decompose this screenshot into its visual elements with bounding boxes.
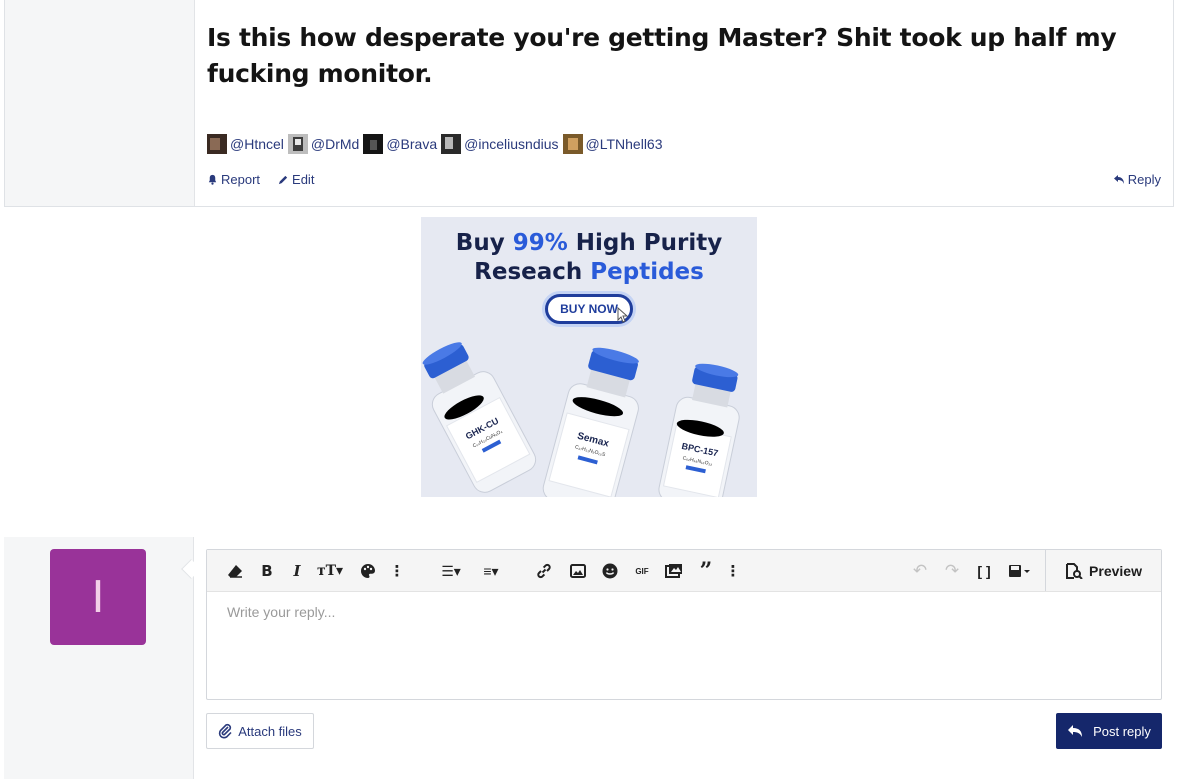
reply-icon: [1068, 725, 1083, 737]
ad-headline: Buy 99% High Purity Reseach Peptides: [421, 229, 757, 287]
reply-textarea[interactable]: Write your reply...: [227, 604, 335, 620]
mention-avatar: [363, 134, 384, 154]
media-icon[interactable]: [663, 561, 685, 581]
reply-label: Reply: [1127, 172, 1161, 187]
mention-item[interactable]: @inceliusndius: [441, 134, 559, 154]
post-user-sidebar: [5, 0, 195, 206]
palette-icon[interactable]: [357, 561, 379, 581]
mention-item[interactable]: @DrMd: [287, 134, 360, 154]
mention-avatar: [562, 134, 583, 154]
redo-icon[interactable]: ↷: [941, 561, 963, 581]
reply-link[interactable]: Reply: [1113, 172, 1161, 187]
peptide-vials-image: GHK-CU C₁₄H₂₄CuN₆O₄ Semax C₃₇H₅₁N₉O₁₀S B…: [422, 342, 740, 497]
post-reply-label: Post reply: [1093, 723, 1151, 739]
save-draft-icon[interactable]: [1003, 561, 1035, 581]
smiley-icon[interactable]: [599, 561, 621, 581]
more-options-icon[interactable]: ⋮: [390, 561, 405, 581]
preview-icon: [1066, 562, 1083, 579]
mention-username: @Htncel: [230, 136, 284, 152]
attach-files-button[interactable]: Attach files: [206, 713, 314, 749]
pencil-icon: [278, 175, 288, 185]
preview-button[interactable]: Preview: [1045, 550, 1161, 591]
clear-formatting-icon[interactable]: [225, 561, 245, 581]
mention-item[interactable]: @Htncel: [207, 134, 284, 154]
bbcode-toggle-icon[interactable]: [ ]: [973, 561, 995, 581]
preview-label: Preview: [1089, 562, 1142, 579]
quote-icon[interactable]: ”: [695, 558, 717, 584]
image-icon[interactable]: [567, 561, 589, 581]
bold-icon[interactable]: B: [257, 561, 277, 581]
post-body: Is this how desperate you're getting Mas…: [207, 0, 1173, 206]
reply-user-sidebar: I: [4, 537, 194, 779]
mention-item[interactable]: @Brava: [363, 134, 437, 154]
post-reply-button[interactable]: Post reply: [1056, 713, 1162, 749]
italic-icon[interactable]: I: [287, 561, 307, 581]
mention-username: @LTNhell63: [585, 136, 663, 152]
font-size-icon[interactable]: тT▾: [313, 561, 347, 581]
gif-icon[interactable]: GIF: [631, 561, 653, 581]
attach-files-label: Attach files: [238, 723, 302, 739]
mention-avatar: [287, 134, 308, 154]
ad-text: Reseach: [474, 259, 591, 285]
forum-post: Is this how desperate you're getting Mas…: [4, 0, 1174, 207]
ad-text: High Purity: [567, 230, 723, 256]
report-label: Report: [221, 172, 261, 187]
quick-reply-block: I B I тT▾ ⋮ ☰▾ ≡▾ GIF ” ⋮ ↶ ↷ [] Previe…: [4, 537, 1174, 779]
mention-username: @DrMd: [310, 136, 360, 152]
post-actions: Report Edit: [207, 172, 332, 187]
mention-username: @Brava: [386, 136, 438, 152]
ad-highlight: Peptides: [590, 259, 704, 285]
align-icon[interactable]: ≡▾: [475, 561, 507, 581]
undo-icon[interactable]: ↶: [909, 561, 931, 581]
ad-text: Buy: [455, 230, 513, 256]
mention-username: @inceliusndius: [464, 136, 559, 152]
editor-toolbar: B I тT▾ ⋮ ☰▾ ≡▾ GIF ” ⋮ ↶ ↷ [] Preview: [207, 550, 1161, 592]
post-message-text: Is this how desperate you're getting Mas…: [207, 23, 1117, 88]
paperclip-icon: [219, 723, 232, 739]
avatar[interactable]: I: [50, 549, 146, 645]
link-icon[interactable]: [533, 561, 555, 581]
rich-text-editor: B I тT▾ ⋮ ☰▾ ≡▾ GIF ” ⋮ ↶ ↷ [] Preview …: [206, 549, 1162, 700]
mention-list: @Htncel @DrMd @Brava @inceliusndius @LTN…: [207, 134, 667, 154]
list-icon[interactable]: ☰▾: [435, 561, 467, 581]
edit-label: Edit: [292, 172, 315, 187]
mention-item[interactable]: @LTNhell63: [562, 134, 663, 154]
report-link[interactable]: Report: [207, 172, 260, 187]
edit-link[interactable]: Edit: [278, 172, 314, 187]
mention-avatar: [207, 134, 227, 154]
more-insert-icon[interactable]: ⋮: [726, 561, 741, 581]
reply-icon: [1113, 175, 1124, 184]
bell-icon: [208, 174, 217, 185]
mention-avatar: [441, 134, 462, 154]
advertisement-banner[interactable]: Buy 99% High Purity Reseach Peptides BUY…: [421, 217, 757, 497]
ad-highlight: 99%: [512, 230, 568, 256]
